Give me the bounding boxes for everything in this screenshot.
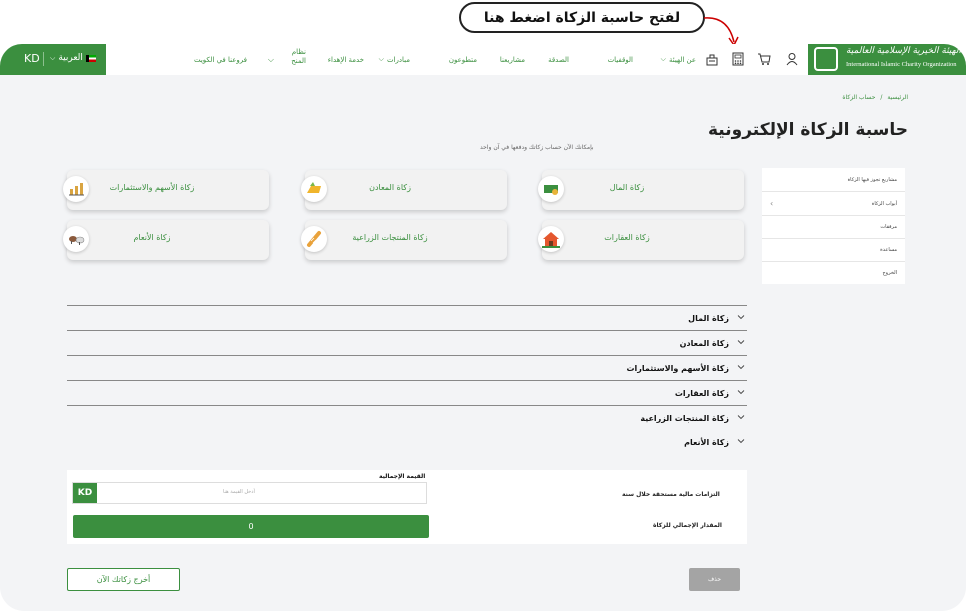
nav-initiatives-label: مبادرات bbox=[386, 55, 410, 64]
page-title: حاسبة الزكاة الإلكترونية bbox=[708, 120, 908, 140]
accordion-agriculture-zakat[interactable]: زكاة المنتجات الزراعية bbox=[67, 405, 747, 431]
card-money-zakat[interactable]: زكاة المال bbox=[538, 170, 744, 210]
card-realestate-zakat[interactable]: زكاة العقارات bbox=[538, 220, 744, 260]
site-logo[interactable]: الهيئة الخيرية الإسلامية العالمية Intern… bbox=[808, 44, 966, 75]
sidebar-item-help[interactable]: مساعدة bbox=[880, 247, 897, 253]
sidebar-item-eligible-projects[interactable]: مشاريع تجوز فيها الزكاة bbox=[848, 177, 897, 183]
card-stocks-zakat[interactable]: زكاة الأسهم والاستثمارات bbox=[63, 170, 269, 210]
accordion-label: زكاة الأسهم والاستثمارات bbox=[626, 364, 730, 373]
breadcrumb-current: حساب الزكاة bbox=[842, 94, 876, 101]
calculator-icon[interactable] bbox=[731, 52, 745, 66]
nav-volunteers[interactable]: متطوعون bbox=[449, 44, 477, 75]
divider bbox=[762, 191, 905, 192]
language-label: العربية bbox=[58, 53, 83, 63]
nav-endowments[interactable]: الوقفيات bbox=[608, 44, 633, 75]
sidebar-item-attachments[interactable]: مرفقات bbox=[880, 224, 897, 230]
nav-branches[interactable]: فروعنا في الكويت bbox=[194, 44, 247, 75]
logo-arabic-name: الهيئة الخيرية الإسلامية العالمية bbox=[846, 46, 962, 56]
currency-language-bar: KD العربية ⌵ bbox=[0, 44, 106, 75]
zakat-total-result: 0 bbox=[73, 515, 429, 538]
nav-grants-line1: نظام bbox=[291, 48, 306, 56]
delete-button[interactable]: حذف bbox=[689, 568, 740, 591]
card-label: زكاة الأنعام bbox=[133, 233, 171, 242]
user-icon[interactable] bbox=[785, 52, 799, 66]
chevron-down-icon bbox=[737, 340, 745, 345]
sidebar-item-logout[interactable]: الخروج bbox=[882, 270, 897, 276]
accordion-metals-zakat[interactable]: زكاة المعادن bbox=[67, 330, 747, 356]
page-subtitle: بإمكانك الآن حساب زكاتك ودفعها في آن واح… bbox=[480, 144, 594, 151]
language-selector[interactable]: العربية ⌵ bbox=[50, 53, 96, 63]
nav-about-label: عن الهيئة bbox=[668, 55, 696, 64]
card-agriculture-zakat[interactable]: زكاة المنتجات الزراعية bbox=[301, 220, 507, 260]
obligations-label: التزامات مالية مستحقة خلال سنة bbox=[622, 491, 720, 498]
card-label: زكاة المنتجات الزراعية bbox=[352, 233, 428, 242]
breadcrumb-home[interactable]: الرئيسية bbox=[887, 94, 908, 101]
nav-gifting[interactable]: خدمة الإهداء bbox=[328, 44, 364, 75]
accordion-money-zakat[interactable]: زكاة المال bbox=[67, 305, 747, 331]
accordion-label: زكاة الأنعام bbox=[684, 438, 729, 447]
nav-charity[interactable]: الصدقة bbox=[548, 44, 569, 75]
card-livestock-zakat[interactable]: زكاة الأنعام bbox=[63, 220, 269, 260]
chevron-down-icon bbox=[737, 365, 745, 370]
currency-selector[interactable]: KD bbox=[24, 52, 40, 65]
logo-english-name: International Islamic Charity Organizati… bbox=[846, 61, 957, 68]
divider bbox=[43, 52, 44, 66]
chevron-down-icon bbox=[737, 390, 745, 395]
card-metals-zakat[interactable]: زكاة المعادن bbox=[301, 170, 507, 210]
total-value-label: القيمة الإجمالية bbox=[379, 473, 426, 480]
chevron-down-icon: ⌵ bbox=[378, 55, 384, 63]
accordion-realestate-zakat[interactable]: زكاة العقارات bbox=[67, 380, 747, 406]
input-placeholder: أدخل القيمة هنا bbox=[223, 489, 255, 495]
chevron-down-icon: ⌵ bbox=[267, 54, 274, 64]
divider bbox=[762, 238, 905, 239]
total-value-input[interactable]: KD أدخل القيمة هنا bbox=[72, 482, 427, 504]
sidebar: مشاريع تجوز فيها الزكاة أبواب الزكاة ‹ م… bbox=[762, 168, 905, 284]
nav-about[interactable]: عن الهيئة ⌵ bbox=[661, 44, 696, 75]
card-label: زكاة المعادن bbox=[369, 183, 411, 192]
card-label: زكاة المال bbox=[609, 183, 645, 192]
logo-emblem-icon bbox=[814, 47, 838, 71]
breadcrumb: الرئيسية / حساب الزكاة bbox=[842, 94, 908, 101]
accordion-stocks-zakat[interactable]: زكاة الأسهم والاستثمارات bbox=[67, 355, 747, 381]
nav-grants-line2: المنح bbox=[291, 57, 306, 65]
nav-grants[interactable]: نظام المنح bbox=[291, 48, 306, 66]
chevron-down-icon bbox=[737, 415, 745, 420]
nav-initiatives[interactable]: مبادرات ⌵ bbox=[379, 44, 410, 75]
nav-projects[interactable]: مشاريعنا bbox=[500, 44, 525, 75]
header: KD العربية ⌵ فروعنا في الكويت ⌵ نظام الم… bbox=[0, 44, 966, 75]
chevron-down-icon bbox=[737, 315, 745, 320]
chevron-down-icon bbox=[737, 439, 745, 444]
kuwait-flag-icon bbox=[85, 54, 96, 62]
divider bbox=[762, 261, 905, 262]
card-label: زكاة العقارات bbox=[604, 233, 650, 242]
divider bbox=[762, 215, 905, 216]
card-label: زكاة الأسهم والاستثمارات bbox=[109, 183, 195, 192]
accordion-livestock-zakat[interactable]: زكاة الأنعام bbox=[67, 430, 747, 455]
cart-icon[interactable] bbox=[757, 52, 771, 66]
chevron-down-icon: ⌵ bbox=[660, 55, 666, 63]
breadcrumb-separator: / bbox=[880, 94, 883, 101]
chevron-left-icon: ‹ bbox=[770, 199, 774, 208]
currency-badge: KD bbox=[73, 483, 97, 503]
pay-zakat-button[interactable]: أخرج زكاتك الآن bbox=[67, 568, 180, 591]
sidebar-item-zakat-sections[interactable]: أبواب الزكاة bbox=[872, 201, 897, 207]
chevron-down-icon: ⌵ bbox=[50, 53, 56, 62]
zakat-calculator-callout: لفتح حاسبة الزكاة اضغط هنا bbox=[459, 2, 705, 33]
accordion-label: زكاة المال bbox=[688, 314, 729, 323]
donation-box-icon[interactable] bbox=[705, 52, 719, 66]
accordion-label: زكاة المعادن bbox=[679, 339, 729, 348]
accordion-label: زكاة المنتجات الزراعية bbox=[640, 414, 729, 423]
zakat-total-label: المقدار الإجمالي للزكاة bbox=[653, 522, 722, 529]
accordion-label: زكاة العقارات bbox=[674, 389, 729, 398]
